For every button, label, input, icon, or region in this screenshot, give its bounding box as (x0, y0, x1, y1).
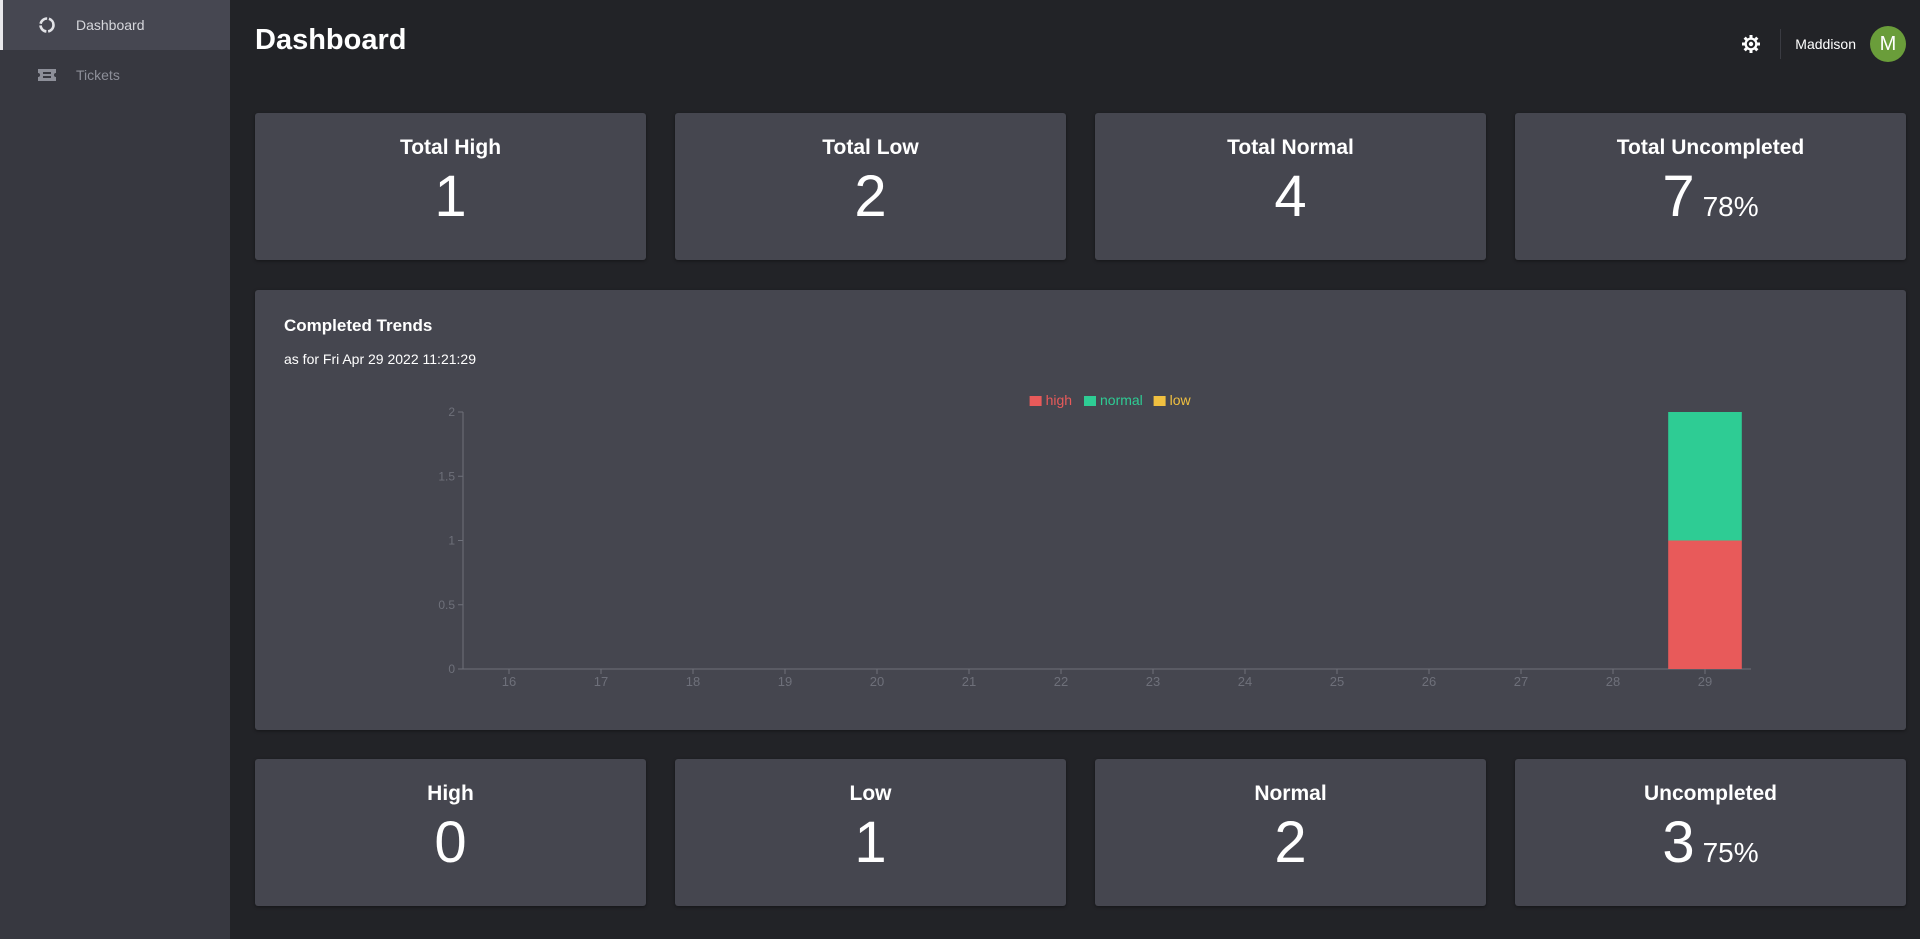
sidebar-item-dashboard[interactable]: Dashboard (0, 0, 230, 50)
sidebar-item-label: Tickets (76, 67, 120, 83)
stat-card-title: Total Uncompleted (1616, 136, 1805, 159)
x-tick-label: 24 (1238, 674, 1252, 689)
stat-card-value: 2 (854, 164, 887, 229)
x-tick-label: 22 (1054, 674, 1068, 689)
total-stats-row: Total High 1 Total Low 2 Total Normal 4 … (255, 113, 1906, 260)
stat-card-low: Low 1 (675, 759, 1066, 906)
y-tick-label: 1.5 (438, 469, 455, 483)
x-tick-label: 23 (1146, 674, 1160, 689)
y-tick-label: 2 (448, 405, 455, 419)
x-tick-label: 16 (502, 674, 516, 689)
avatar[interactable]: M (1870, 26, 1906, 62)
legend-swatch-low (1153, 396, 1166, 406)
x-tick-label: 20 (870, 674, 884, 689)
x-tick-label: 26 (1422, 674, 1436, 689)
bar-normal-29 (1668, 412, 1742, 541)
completed-trends-chart: 0 0.5 1 1.5 2 16 17 18 19 20 21 22 23 24 25 26 27 28 29 hig… (438, 392, 1751, 689)
stat-card-total-low: Total Low 2 (675, 113, 1066, 260)
x-tick-label: 29 (1698, 674, 1712, 689)
sidebar-item-label: Dashboard (76, 17, 145, 33)
legend-label-high: high (1046, 392, 1072, 408)
stat-card-value: 7 (1662, 164, 1695, 229)
stat-card-title: Total High (399, 136, 502, 159)
legend-swatch-normal (1084, 396, 1096, 406)
x-tick-label: 18 (686, 674, 700, 689)
stat-card-title: Total Low (822, 136, 919, 159)
stat-card-percent: 78% (1702, 191, 1759, 222)
user-area: Maddison M (1740, 26, 1906, 62)
dashboard-icon (36, 14, 58, 36)
stat-card-value: 2 (1274, 810, 1307, 875)
stat-card-title: High (427, 782, 474, 805)
stat-card-title: Uncompleted (1643, 782, 1777, 805)
stat-card-total-high: Total High 1 (255, 113, 646, 260)
y-tick-label: 1 (448, 534, 455, 548)
ticket-icon (36, 64, 58, 86)
x-tick-label: 21 (962, 674, 976, 689)
stat-card-uncompleted: Uncompleted 3 75% (1515, 759, 1906, 906)
username[interactable]: Maddison (1795, 36, 1856, 52)
x-tick-label: 25 (1330, 674, 1344, 689)
main-content: Dashboard Maddison M Total High 1 Total … (230, 0, 1920, 939)
stat-card-high: High 0 (255, 759, 646, 906)
stat-card-percent: 75% (1702, 837, 1759, 868)
header-divider (1780, 29, 1782, 59)
stat-card-normal: Normal 2 (1095, 759, 1486, 906)
stat-card-value: 4 (1274, 164, 1307, 229)
legend-label-low: low (1170, 392, 1192, 408)
page-title: Dashboard (255, 24, 407, 56)
completed-trends-card: Completed Trends as for Fri Apr 29 2022 … (255, 290, 1906, 730)
stat-card-total-normal: Total Normal 4 (1095, 113, 1486, 260)
x-tick-label: 17 (594, 674, 608, 689)
legend-label-normal: normal (1100, 392, 1143, 408)
app: Dashboard Tickets Dashboard Maddison M T… (0, 0, 1920, 939)
y-tick-label: 0 (448, 662, 455, 676)
sidebar: Dashboard Tickets (0, 0, 230, 939)
bar-high-29 (1668, 540, 1742, 669)
stat-card-total-uncompleted: Total Uncompleted 7 78% (1515, 113, 1906, 260)
stat-card-value: 1 (854, 810, 887, 875)
stat-card-value: 0 (434, 810, 467, 875)
stat-card-title: Low (849, 782, 892, 805)
legend-swatch-high (1029, 396, 1042, 406)
stat-card-value: 3 (1662, 810, 1695, 875)
stat-card-title: Normal (1254, 782, 1327, 805)
stat-card-value: 1 (434, 164, 467, 229)
x-tick-label: 27 (1514, 674, 1528, 689)
settings-gear-icon[interactable] (1740, 33, 1762, 55)
recent-stats-row: High 0 Low 1 Normal 2 Uncompleted 3 75% (255, 759, 1906, 906)
x-tick-label: 19 (778, 674, 792, 689)
x-tick-label: 28 (1606, 674, 1620, 689)
y-tick-label: 0.5 (438, 598, 455, 612)
sidebar-item-tickets[interactable]: Tickets (0, 50, 230, 100)
stat-card-title: Total Normal (1227, 136, 1354, 159)
